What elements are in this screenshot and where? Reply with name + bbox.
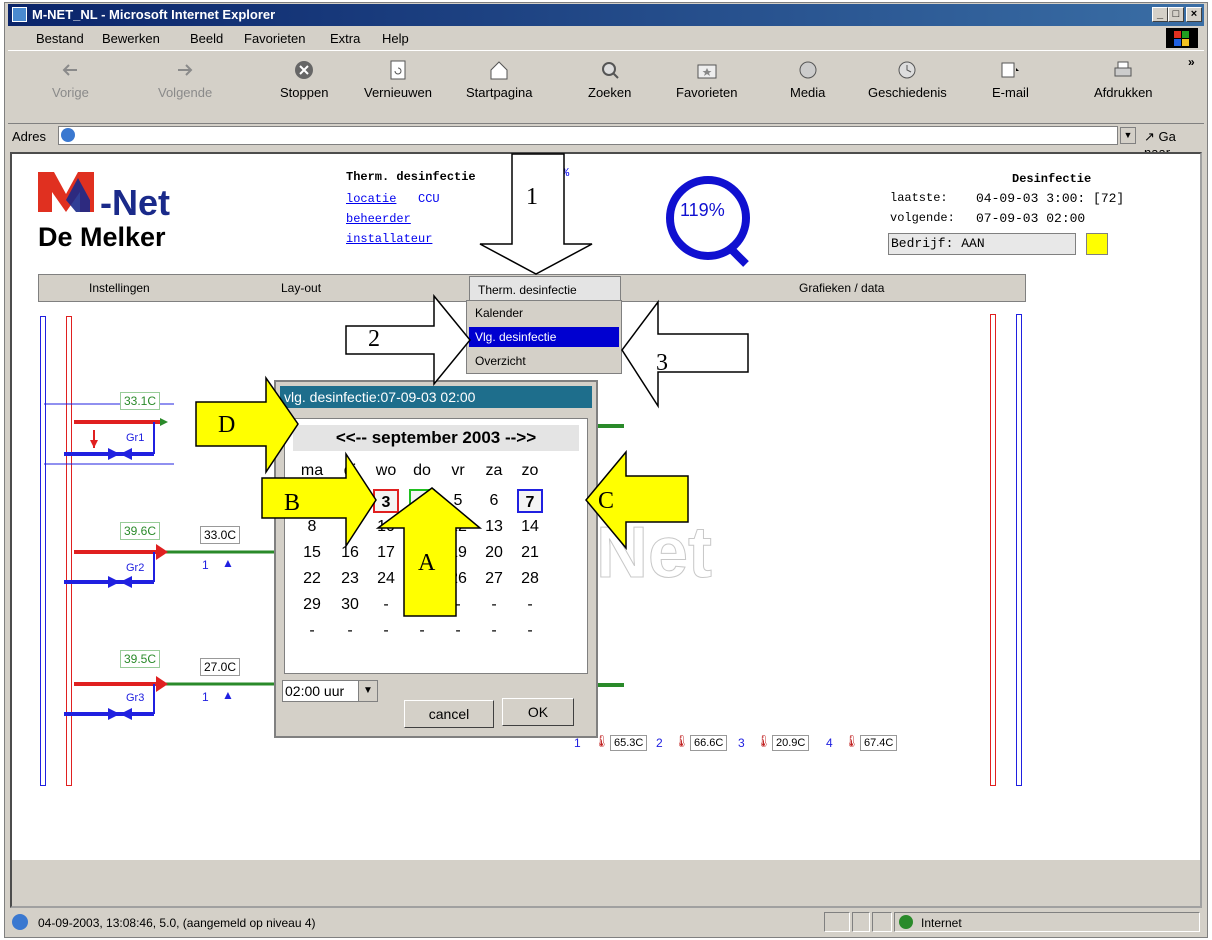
annotation-arrow-1 bbox=[479, 153, 593, 275]
annotation-label-b: B bbox=[284, 490, 301, 516]
status-zone-label: Internet bbox=[921, 916, 962, 930]
status-bar: 04-09-2003, 13:08:46, 5.0, (aangemeld op… bbox=[8, 910, 1204, 934]
status-cell-2 bbox=[852, 912, 870, 932]
annotation-label-d: D bbox=[218, 412, 236, 438]
status-text: 04-09-2003, 13:08:46, 5.0, (aangemeld op… bbox=[38, 916, 316, 930]
annotation-arrow-d bbox=[195, 375, 299, 475]
annotation-arrow-3 bbox=[621, 299, 749, 409]
annotation-arrow-2 bbox=[345, 293, 471, 387]
annotation-arrow-b bbox=[261, 451, 377, 549]
status-zone: Internet bbox=[894, 912, 1200, 932]
internet-globe-icon bbox=[899, 915, 913, 929]
annotation-label-1: 1 bbox=[526, 184, 538, 210]
status-cell-3 bbox=[872, 912, 892, 932]
ie-status-icon bbox=[12, 914, 28, 930]
annotation-label-3: 3 bbox=[656, 350, 668, 376]
annotation-label-2: 2 bbox=[368, 326, 380, 352]
annotation-label-c: C bbox=[598, 488, 615, 514]
status-cell-1 bbox=[824, 912, 850, 932]
annotation-label-a: A bbox=[418, 550, 436, 576]
annotation-layer bbox=[195, 153, 749, 617]
